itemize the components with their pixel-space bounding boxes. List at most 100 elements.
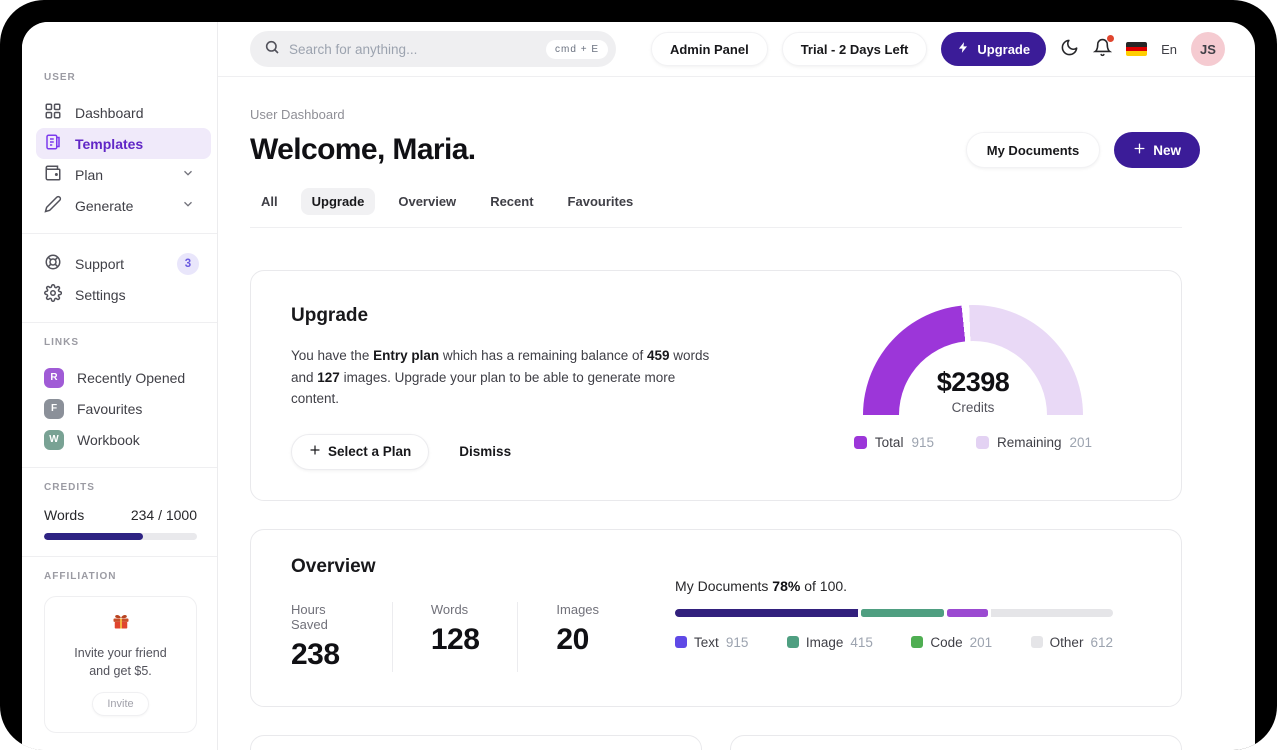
invite-button[interactable]: Invite <box>92 692 149 717</box>
sidebar-link-recently-opened[interactable]: R Recently Opened <box>44 362 205 393</box>
templates-document-icon <box>44 133 62 154</box>
upgrade-actions: Select a Plan Dismiss <box>291 433 723 470</box>
credits-label: Words <box>44 507 85 523</box>
legend-item-text: Text 915 <box>675 635 748 650</box>
dashboard-content: User Dashboard Welcome, Maria. My Docume… <box>218 77 1255 750</box>
notification-dot <box>1107 35 1115 42</box>
documents-card: Documents Favourites Untitled Document i… <box>250 734 702 750</box>
sidebar-item-settings[interactable]: Settings <box>44 279 205 310</box>
documents-card-header: Documents Favourites <box>251 736 701 750</box>
legend-swatch <box>1030 636 1043 649</box>
sidebar-divider <box>22 233 217 234</box>
search-input[interactable]: Search for anything... cmd + E <box>250 31 616 67</box>
legend-item-other: Other 612 <box>1030 635 1113 650</box>
select-plan-button[interactable]: Select a Plan <box>291 433 430 470</box>
header-actions: My Documents New <box>965 132 1200 168</box>
documents-usage-line: My Documents 78% of 100. <box>675 577 848 594</box>
search-shortcut-badge: cmd + E <box>546 39 608 59</box>
sidebar-section-credits: CREDITS <box>44 482 95 493</box>
search-icon <box>264 39 280 60</box>
dismiss-button[interactable]: Dismiss <box>459 444 511 459</box>
new-button[interactable]: New <box>1114 132 1200 168</box>
user-avatar[interactable]: JS <box>1191 32 1225 66</box>
sidebar-divider <box>22 322 217 323</box>
sidebar-item-support[interactable]: Support 3 <box>44 248 205 279</box>
page-header: Welcome, Maria. My Documents New <box>250 132 1200 168</box>
gear-icon <box>44 284 63 305</box>
plus-icon <box>309 444 321 459</box>
gauge-value: $2398 <box>936 367 1010 397</box>
tab-favourites[interactable]: Favourites <box>557 188 645 215</box>
legend-item-remaining: Remaining 201 <box>975 435 1092 450</box>
legend-swatch <box>675 636 688 649</box>
sidebar-item-plan[interactable]: Plan <box>44 159 205 190</box>
gauge-legend: Total 915 Remaining 201 <box>853 435 1092 450</box>
chevron-down-icon <box>181 197 195 214</box>
gauge-label: Credits <box>951 400 995 415</box>
support-count-badge: 3 <box>177 252 199 275</box>
legend-swatch <box>975 436 989 449</box>
templates-card-header: Templates Recently Launched <box>731 736 1181 750</box>
link-label: Favourites <box>77 400 143 417</box>
upgrade-card-body: You have the Entry plan which has a rema… <box>291 348 710 407</box>
sidebar-item-label: Dashboard <box>75 104 144 121</box>
stat-hours-saved: Hours Saved 238 <box>291 601 393 672</box>
admin-panel-button[interactable]: Admin Panel <box>650 32 768 66</box>
overview-card: Overview Hours Saved 238 Words 128 Image… <box>250 528 1182 707</box>
bar-segment-image <box>861 608 945 617</box>
gauge-center-text: $2398 Credits <box>863 367 1083 415</box>
sidebar-item-label: Settings <box>75 286 126 303</box>
upgrade-card: Upgrade You have the Entry plan which ha… <box>250 270 1182 501</box>
link-initial-avatar: R <box>44 367 64 388</box>
credits-gauge: $2398 Credits Total 915 Remaining 201 <box>843 305 1103 470</box>
stacked-bar-chart <box>675 608 1113 617</box>
upgrade-card-title: Upgrade <box>291 305 369 326</box>
link-label: Workbook <box>77 431 140 448</box>
sidebar-divider <box>22 467 217 468</box>
language-label[interactable]: En <box>1161 42 1177 57</box>
main-area: Search for anything... cmd + E Admin Pan… <box>218 22 1255 750</box>
tab-upgrade[interactable]: Upgrade <box>300 188 376 215</box>
tab-overview[interactable]: Overview <box>387 188 467 215</box>
bar-segment-text <box>675 608 859 617</box>
sidebar-section-links: LINKS <box>44 337 79 348</box>
overview-left: Overview Hours Saved 238 Words 128 Image… <box>291 556 675 672</box>
legend-item-image: Image 415 <box>786 635 873 650</box>
sidebar-item-label: Plan <box>75 166 104 183</box>
notifications-button[interactable] <box>1092 35 1115 60</box>
legend-swatch <box>853 436 867 449</box>
bar-segment-other <box>990 608 1113 617</box>
sidebar-link-workbook[interactable]: W Workbook <box>44 424 205 455</box>
sidebar-item-generate[interactable]: Generate <box>44 190 205 221</box>
sidebar-link-favourites[interactable]: F Favourites <box>44 393 205 424</box>
tab-recent[interactable]: Recent <box>479 188 544 215</box>
tab-all[interactable]: All <box>250 188 289 215</box>
trial-status-button[interactable]: Trial - 2 Days Left <box>781 32 928 66</box>
wallet-icon <box>44 164 62 185</box>
moon-icon <box>1060 38 1079 60</box>
app-window: USER Dashboard Templates Plan Generate S… <box>22 22 1255 750</box>
sidebar-item-dashboard[interactable]: Dashboard <box>44 97 205 128</box>
german-flag-icon[interactable] <box>1126 42 1148 56</box>
documents-usage-block: My Documents 78% of 100. Text 915 Image 415… <box>675 578 1113 672</box>
lifebuoy-icon <box>44 253 62 274</box>
affiliation-text: Invite your friend and get $5. <box>74 646 167 679</box>
legend-swatch <box>786 636 799 649</box>
topbar: Search for anything... cmd + E Admin Pan… <box>218 22 1255 77</box>
gauge-chart: $2398 Credits <box>863 305 1083 415</box>
upgrade-card-left: Upgrade You have the Entry plan which ha… <box>291 305 723 470</box>
overview-title: Overview <box>291 555 376 577</box>
sidebar-item-label: Generate <box>75 197 134 214</box>
sidebar-item-templates[interactable]: Templates <box>36 128 211 159</box>
dark-mode-toggle[interactable] <box>1060 38 1079 60</box>
chevron-down-icon <box>181 166 195 183</box>
stat-words: Words 128 <box>431 601 519 672</box>
link-initial-avatar: W <box>44 429 64 450</box>
my-documents-button[interactable]: My Documents <box>965 132 1101 168</box>
sidebar: USER Dashboard Templates Plan Generate S… <box>22 22 218 750</box>
breadcrumb: User Dashboard <box>250 107 345 122</box>
device-frame: USER Dashboard Templates Plan Generate S… <box>0 0 1277 750</box>
upgrade-button[interactable]: Upgrade <box>941 32 1047 66</box>
filter-tabs: All Upgrade Overview Recent Favourites <box>250 188 1182 228</box>
dashboard-grid-icon <box>44 102 62 123</box>
